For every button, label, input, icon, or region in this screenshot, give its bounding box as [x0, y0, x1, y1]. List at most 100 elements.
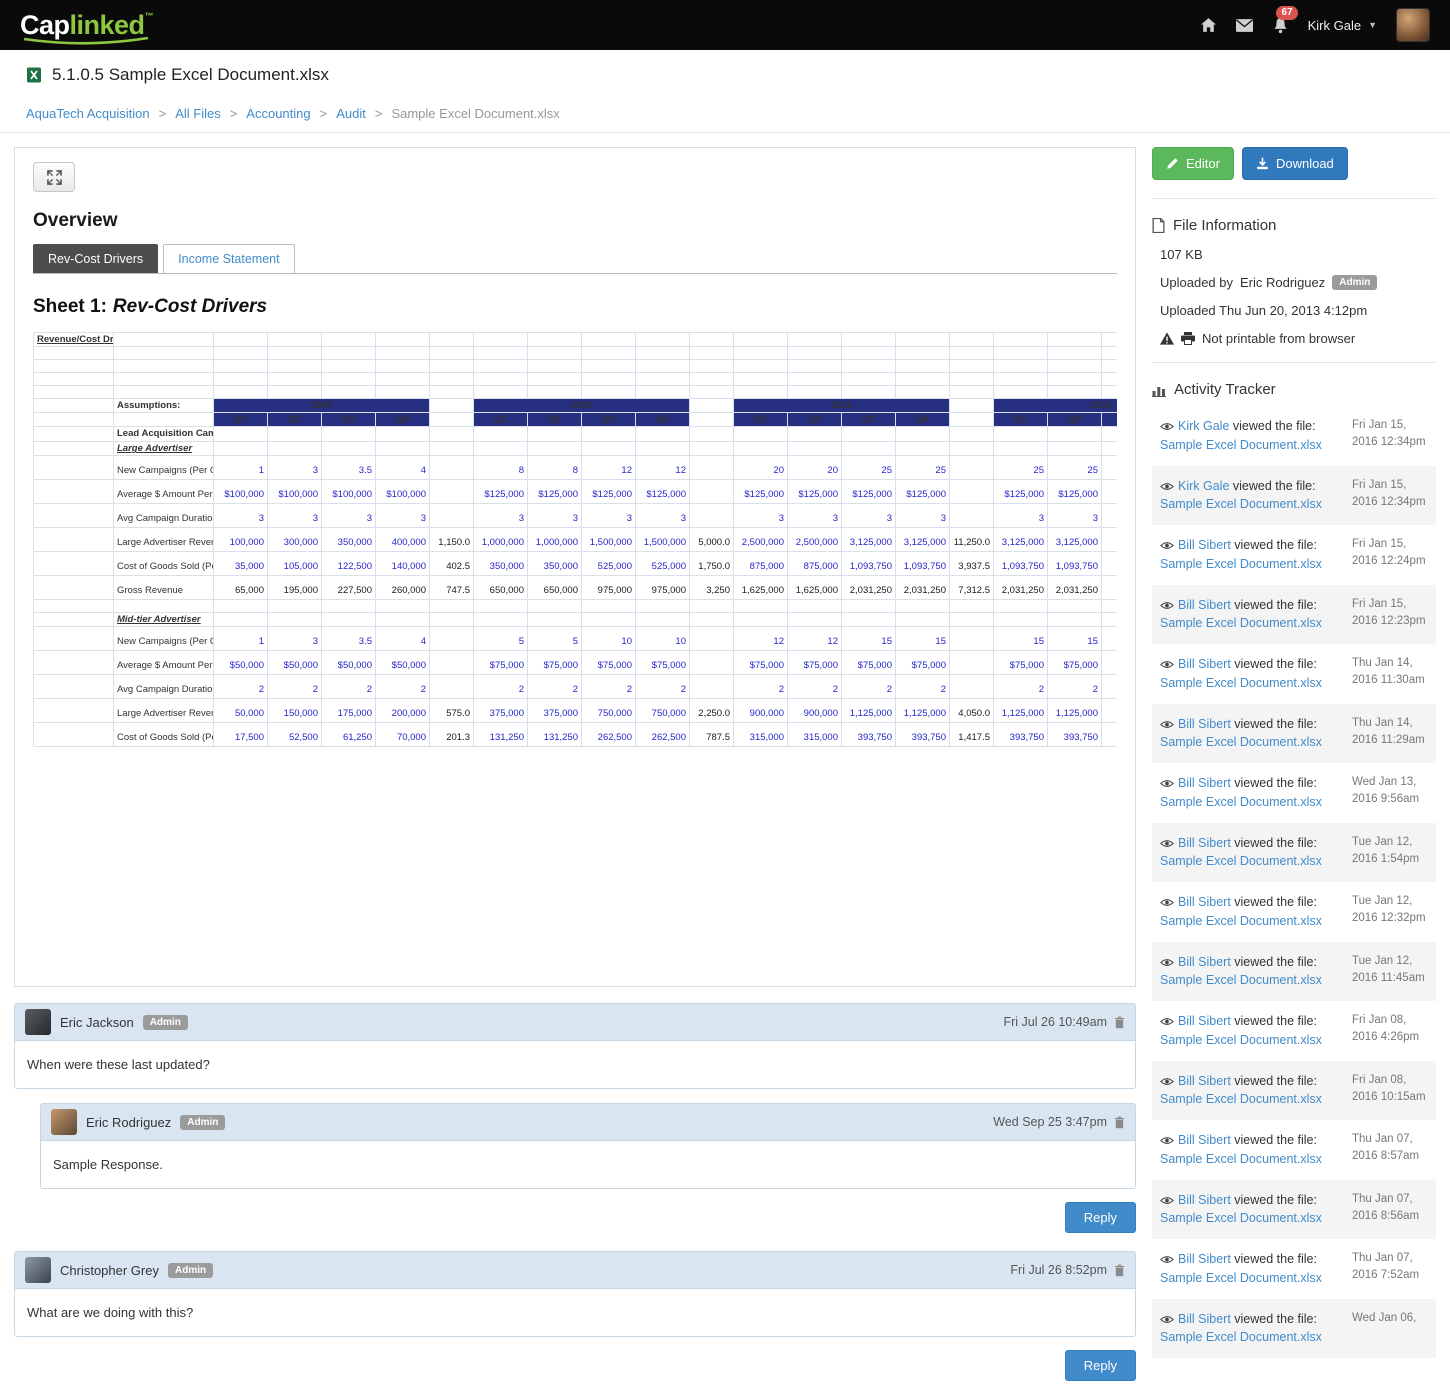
- activity-file-link[interactable]: Sample Excel Document.xlsx: [1160, 735, 1322, 749]
- activity-user-link[interactable]: Bill Sibert: [1178, 836, 1231, 850]
- user-menu[interactable]: Kirk Gale ▼: [1308, 18, 1377, 33]
- activity-file-link[interactable]: Sample Excel Document.xlsx: [1160, 973, 1322, 987]
- breadcrumb-link-audit[interactable]: Audit: [336, 106, 366, 121]
- activity-user-link[interactable]: Bill Sibert: [1178, 1193, 1231, 1207]
- cell: [582, 386, 636, 399]
- activity-file-link[interactable]: Sample Excel Document.xlsx: [1160, 1033, 1322, 1047]
- cell: $75,000: [842, 651, 896, 675]
- year-header: 2011: [734, 399, 950, 413]
- cell: [268, 333, 322, 347]
- cell: 1,093,750: [896, 552, 950, 576]
- download-button[interactable]: Download: [1242, 147, 1348, 180]
- breadcrumb-link-workspace[interactable]: AquaTech Acquisition: [26, 106, 150, 121]
- cell: [376, 442, 430, 456]
- cell: 1: [214, 456, 268, 480]
- file-information-heading: File Information: [1152, 217, 1436, 234]
- file-action-buttons: Editor Download: [1152, 147, 1436, 199]
- sheet-horizontal-scroll-area[interactable]: Revenue/Cost DriversAssumptions:20092010…: [33, 332, 1117, 980]
- activity-file-link[interactable]: Sample Excel Document.xlsx: [1160, 854, 1322, 868]
- cell: $125,000: [528, 480, 582, 504]
- activity-file-link[interactable]: Sample Excel Document.xlsx: [1160, 438, 1322, 452]
- cell: [34, 552, 114, 576]
- activity-user-link[interactable]: Kirk Gale: [1178, 479, 1229, 493]
- activity-user-link[interactable]: Bill Sibert: [1178, 1133, 1231, 1147]
- cell: [950, 456, 994, 480]
- cell: 393,750: [1048, 723, 1102, 747]
- cell: $50,000: [268, 651, 322, 675]
- delete-comment-icon[interactable]: [1114, 1016, 1125, 1029]
- cell: 150,000: [268, 699, 322, 723]
- activity-file-link[interactable]: Sample Excel Document.xlsx: [1160, 1092, 1322, 1106]
- warning-icon: [1160, 332, 1174, 345]
- breadcrumb-link-all-files[interactable]: All Files: [175, 106, 221, 121]
- activity-user-link[interactable]: Bill Sibert: [1178, 1074, 1231, 1088]
- cell: [34, 399, 114, 413]
- tab-rev-cost-drivers[interactable]: Rev-Cost Drivers: [33, 244, 158, 273]
- cell: [636, 333, 690, 347]
- comment-meta: Wed Sep 25 3:47pm: [993, 1115, 1125, 1129]
- commenter-avatar: [25, 1257, 51, 1283]
- activity-user-link[interactable]: Bill Sibert: [1178, 657, 1231, 671]
- admin-badge: Admin: [168, 1263, 213, 1278]
- cell: 1,750.0: [690, 552, 734, 576]
- activity-user-link[interactable]: Kirk Gale: [1178, 419, 1229, 433]
- cell: [34, 627, 114, 651]
- activity-user-link[interactable]: Bill Sibert: [1178, 717, 1231, 731]
- activity-file-link[interactable]: Sample Excel Document.xlsx: [1160, 914, 1322, 928]
- activity-user-link[interactable]: Bill Sibert: [1178, 955, 1231, 969]
- cell: 3: [214, 504, 268, 528]
- activity-file-link[interactable]: Sample Excel Document.xlsx: [1160, 1271, 1322, 1285]
- cell: [114, 600, 214, 613]
- cell: 8: [528, 456, 582, 480]
- activity-file-link[interactable]: Sample Excel Document.xlsx: [1160, 1152, 1322, 1166]
- reply-button[interactable]: Reply: [1065, 1350, 1136, 1381]
- cell: [582, 373, 636, 386]
- fullscreen-expand-button[interactable]: [33, 162, 75, 192]
- activity-entry: Bill Sibert viewed the file:Sample Excel…: [1152, 1061, 1436, 1121]
- activity-entry: Bill Sibert viewed the file:Sample Excel…: [1152, 882, 1436, 942]
- delete-comment-icon[interactable]: [1114, 1264, 1125, 1277]
- cell: 1,093,750: [1048, 552, 1102, 576]
- reply-button[interactable]: Reply: [1065, 1202, 1136, 1233]
- activity-file-link[interactable]: Sample Excel Document.xlsx: [1160, 795, 1322, 809]
- activity-file-link[interactable]: Sample Excel Document.xlsx: [1160, 676, 1322, 690]
- cell: 2: [1048, 675, 1102, 699]
- cell: [842, 347, 896, 360]
- cell: 2: [896, 675, 950, 699]
- notifications-bell-icon[interactable]: 67: [1272, 17, 1289, 34]
- messages-icon[interactable]: [1236, 17, 1253, 34]
- document-titlebar: 5.1.0.5 Sample Excel Document.xlsx: [0, 50, 1450, 97]
- activity-file-link[interactable]: Sample Excel Document.xlsx: [1160, 616, 1322, 630]
- tab-income-statement[interactable]: Income Statement: [163, 244, 294, 273]
- cell: 2,031,250: [842, 576, 896, 600]
- activity-user-link[interactable]: Bill Sibert: [1178, 1014, 1231, 1028]
- cell: 2: [994, 675, 1048, 699]
- activity-user-link[interactable]: Bill Sibert: [1178, 895, 1231, 909]
- activity-action-text: viewed the file:: [1233, 479, 1316, 493]
- overview-heading: Overview: [33, 210, 1117, 232]
- activity-user-link[interactable]: Bill Sibert: [1178, 538, 1231, 552]
- delete-comment-icon[interactable]: [1114, 1116, 1125, 1129]
- activity-user-link[interactable]: Bill Sibert: [1178, 598, 1231, 612]
- cell: 3,125,000: [994, 528, 1048, 552]
- activity-entry-text: Kirk Gale viewed the file: Sample Excel D…: [1160, 477, 1346, 515]
- user-avatar[interactable]: [1396, 8, 1430, 42]
- cell: [842, 386, 896, 399]
- activity-user-link[interactable]: Bill Sibert: [1178, 1252, 1231, 1266]
- cell: [1102, 699, 1118, 723]
- cell: 10: [582, 627, 636, 651]
- cell: 4,050.0: [950, 699, 994, 723]
- activity-file-link[interactable]: Sample Excel Document.xlsx: [1160, 1211, 1322, 1225]
- activity-file-link[interactable]: Sample Excel Document.xlsx: [1160, 557, 1322, 571]
- caplinked-logo[interactable]: Caplinked™: [20, 12, 153, 39]
- cell: 262,500: [582, 723, 636, 747]
- activity-file-link[interactable]: Sample Excel Document.xlsx: [1160, 497, 1322, 511]
- home-icon[interactable]: [1200, 17, 1217, 34]
- activity-user-link[interactable]: Bill Sibert: [1178, 776, 1231, 790]
- breadcrumb-link-accounting[interactable]: Accounting: [246, 106, 310, 121]
- activity-user-link[interactable]: Bill Sibert: [1178, 1312, 1231, 1326]
- activity-file-link[interactable]: Sample Excel Document.xlsx: [1160, 1330, 1322, 1344]
- editor-button[interactable]: Editor: [1152, 147, 1234, 180]
- cell: $50,000: [322, 651, 376, 675]
- cell: $75,000: [896, 651, 950, 675]
